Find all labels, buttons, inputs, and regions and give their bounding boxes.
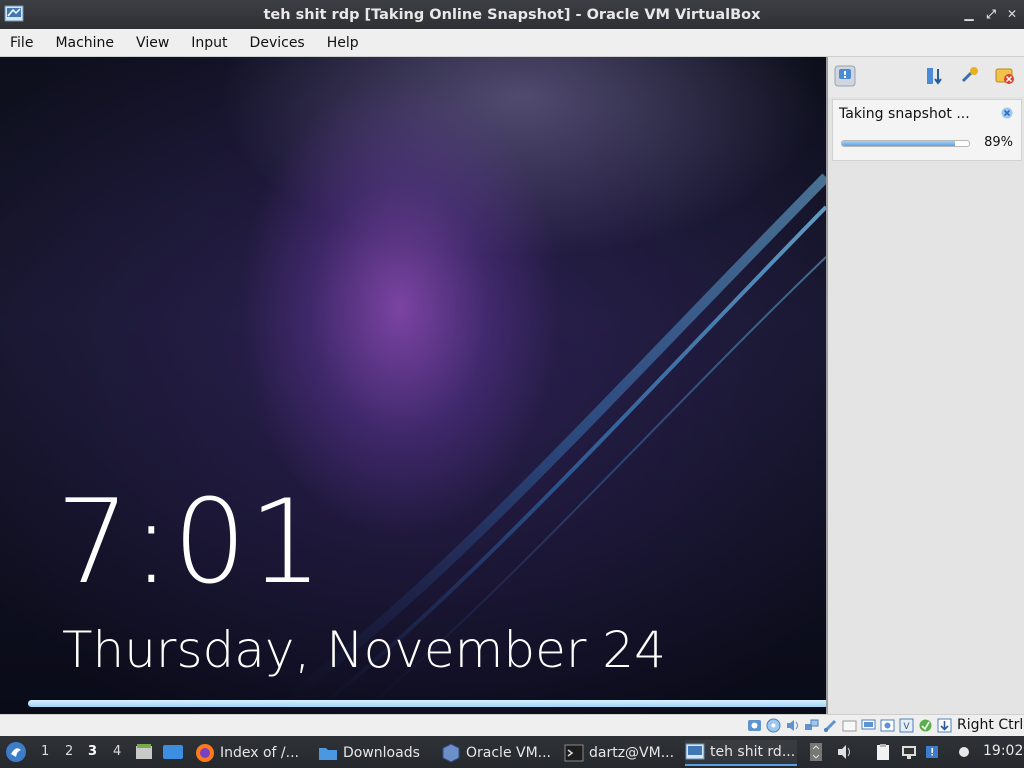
folder-icon <box>319 748 337 760</box>
task-label: Oracle VM... <box>466 745 552 761</box>
network-icon[interactable] <box>804 718 819 733</box>
task-label: dartz@VM... <box>589 745 675 761</box>
virtualbox-app-icon <box>4 5 24 22</box>
guest-additions-icon[interactable] <box>918 718 933 733</box>
display-icon[interactable] <box>861 718 876 733</box>
close-icon[interactable]: ✕ <box>1005 6 1019 22</box>
cancel-icon[interactable] <box>1001 107 1013 119</box>
recording-icon[interactable] <box>880 718 895 733</box>
snapshot-progress-fill <box>842 141 956 146</box>
notification-toolbar <box>828 57 1024 97</box>
workspace-1[interactable]: 1 <box>41 744 49 759</box>
vt-x-icon[interactable]: V <box>899 718 914 733</box>
volume-icon[interactable] <box>836 743 854 761</box>
vm-horizontal-indicator <box>28 700 826 707</box>
snapshot-progress-card: Taking snapshot ... 89% <box>832 99 1022 161</box>
host-key-label[interactable]: Right Ctrl <box>957 717 1023 733</box>
menu-view[interactable]: View <box>128 35 177 51</box>
start-menu-icon[interactable] <box>5 741 27 763</box>
file-manager-launcher-icon[interactable] <box>134 742 154 762</box>
task-firefox[interactable]: Index of /... <box>195 740 299 766</box>
virtualbox-icon <box>442 743 460 763</box>
menu-help[interactable]: Help <box>319 35 367 51</box>
snapshot-progress-percent: 89% <box>984 135 1013 150</box>
mouse-integration-icon[interactable] <box>937 718 952 733</box>
task-terminal[interactable]: dartz@VM... <box>564 740 674 766</box>
menu-machine[interactable]: Machine <box>47 35 122 51</box>
menu-file[interactable]: File <box>2 35 41 51</box>
network-tray-icon[interactable] <box>900 743 918 761</box>
restore-icon[interactable]: ⤢ <box>984 6 998 22</box>
remove-all-icon[interactable] <box>994 65 1016 87</box>
keep-icon[interactable] <box>959 65 981 87</box>
window-title: teh shit rdp [Taking Online Snapshot] - … <box>263 6 761 23</box>
minimize-icon[interactable]: ▁ <box>962 6 976 22</box>
update-notifier-icon[interactable] <box>924 743 942 761</box>
scroll-indicator-icon[interactable] <box>809 742 823 762</box>
vm-display[interactable]: 7:01 Thursday, November 24 <box>0 57 826 714</box>
vm-window-icon <box>685 743 705 760</box>
svg-text:V: V <box>903 722 910 732</box>
window-titlebar[interactable]: teh shit rdp [Taking Online Snapshot] - … <box>0 0 1024 29</box>
workspace-3[interactable]: 3 <box>88 744 97 759</box>
clipboard-icon[interactable] <box>874 743 892 761</box>
notification-center-icon[interactable] <box>834 65 856 87</box>
snapshot-progress-bar <box>841 140 970 147</box>
menu-devices[interactable]: Devices <box>242 35 313 51</box>
task-virtualbox-manager[interactable]: Oracle VM... <box>441 740 551 766</box>
workspace-2[interactable]: 2 <box>65 744 73 759</box>
show-desktop-icon[interactable] <box>162 742 184 762</box>
task-label: teh shit rd... <box>710 744 796 760</box>
firefox-icon <box>196 744 214 762</box>
task-vm-window[interactable]: teh shit rd... <box>685 740 797 766</box>
audio-icon[interactable] <box>785 718 800 733</box>
wallpaper-light-streak <box>286 173 826 714</box>
workspace-4[interactable]: 4 <box>113 744 121 759</box>
menu-bar: File Machine View Input Devices Help <box>0 29 1024 57</box>
taskbar-clock: 19:02 <box>983 743 1024 759</box>
terminal-icon <box>564 744 584 762</box>
hard-disk-icon[interactable] <box>747 718 762 733</box>
desktop-taskbar: 1 2 3 4 Index of /... Downloads Oracle V… <box>0 736 1024 768</box>
snapshot-task-label: Taking snapshot ... <box>839 106 970 122</box>
optical-disk-icon[interactable] <box>766 718 781 733</box>
task-label: Downloads <box>343 745 420 761</box>
task-downloads[interactable]: Downloads <box>318 740 420 766</box>
task-label: Index of /... <box>220 745 300 761</box>
lock-screen-date: Thursday, November 24 <box>62 621 666 679</box>
lock-screen-time: 7:01 <box>56 475 325 610</box>
menu-input[interactable]: Input <box>183 35 235 51</box>
notification-center: Taking snapshot ... 89% <box>826 57 1024 714</box>
power-icon[interactable] <box>955 743 973 761</box>
usb-icon[interactable] <box>823 718 838 733</box>
vm-status-bar: V Right Ctrl <box>0 714 1024 736</box>
shared-folders-icon[interactable] <box>842 718 857 733</box>
sort-icon[interactable] <box>924 65 946 87</box>
